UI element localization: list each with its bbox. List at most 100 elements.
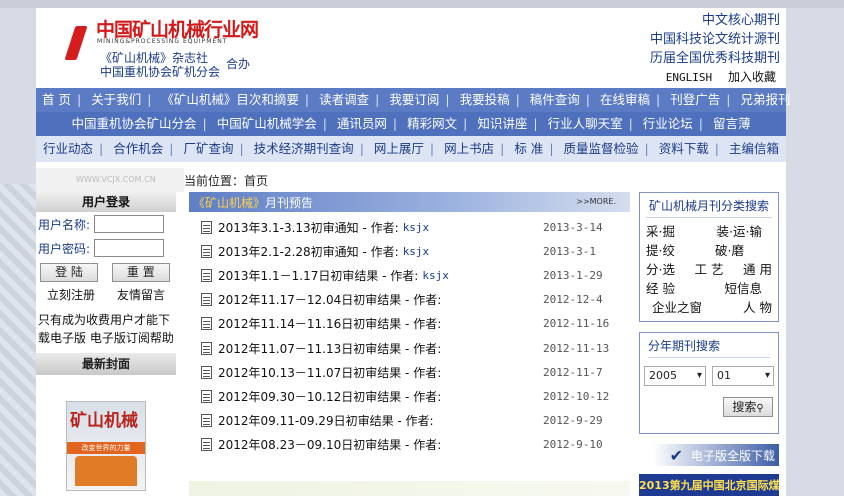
item-title[interactable]: 2013年3.1-3.13初审通知 - 作者: — [218, 219, 399, 236]
nav-chatroom[interactable]: 行业人聊天室 — [542, 116, 629, 131]
category-search-title: 矿山机械月刊分类搜索 — [646, 197, 772, 218]
category-separation[interactable]: 分·选 — [646, 260, 675, 279]
nav-submit[interactable]: 我要投稿 — [454, 92, 516, 107]
item-date: 2012-9-29 — [543, 414, 603, 428]
issue-search-title: 分年期刊搜索 — [648, 337, 770, 358]
add-favorite-link[interactable]: 加入收藏 — [728, 70, 776, 84]
nav-home[interactable]: 首 页 — [36, 92, 77, 107]
item-title[interactable]: 2013年1.1－1.17日初审结果 - 作者: — [218, 267, 418, 284]
more-link[interactable]: >>MORE. — [576, 197, 616, 206]
item-date: 2012-9-10 — [543, 438, 603, 452]
category-crushing[interactable]: 破·磨 — [715, 241, 744, 260]
category-row: 经 验 短信息 — [646, 279, 772, 298]
search-button[interactable]: 搜索⚲ — [723, 397, 773, 417]
logo-icon — [64, 26, 88, 60]
nav-separator: | — [429, 141, 435, 156]
item-title[interactable]: 2012年11.17－12.04日初审结果 - 作者: — [218, 291, 441, 308]
cover-image[interactable]: 矿山机械 改变世界的力量 — [66, 401, 146, 491]
item-author: ksjx — [402, 221, 430, 235]
subscription-help-link[interactable]: 电子版订阅帮助 — [90, 331, 174, 345]
nav-mining-branch[interactable]: 中国重机协会矿山分会 — [65, 116, 202, 131]
username-input[interactable] — [94, 215, 165, 233]
item-title[interactable]: 2012年09.30－10.12日初审结果 - 作者: — [218, 388, 441, 405]
nav-cooperation[interactable]: 合作机会 — [107, 141, 169, 156]
org-suffix: 合办 — [226, 57, 251, 71]
register-link[interactable]: 立刻注册 — [47, 286, 95, 303]
nav-correspondents[interactable]: 通讯员网 — [331, 116, 393, 131]
nav-standards[interactable]: 标 准 — [508, 141, 549, 156]
category-transport[interactable]: 装·运·输 — [717, 222, 762, 241]
category-mining[interactable]: 采·掘 — [646, 222, 675, 241]
item-date: 2012-11-16 — [543, 317, 610, 331]
english-link[interactable]: ENGLISH — [666, 71, 712, 84]
login-links: 立刻注册 友情留言 — [36, 286, 176, 303]
reset-button[interactable]: 重 置 — [111, 263, 170, 282]
category-row: 企业之窗 人 物 — [646, 298, 772, 317]
nav-sister-journals[interactable]: 兄弟报刊 — [734, 92, 796, 107]
list-item[interactable]: 2012年11.07－11.13日初审结果 - 作者: 2012-11-13 — [189, 336, 630, 360]
category-process[interactable]: 工 艺 — [695, 260, 724, 279]
issue-select[interactable]: 01 — [712, 366, 774, 386]
list-item[interactable]: 2013年2.1-2.28初审通知 - 作者: ksjx 2013-3-1 — [189, 239, 630, 263]
category-experience[interactable]: 经 验 — [646, 279, 675, 298]
nav-journal-query[interactable]: 技术经济期刊查询 — [248, 141, 360, 156]
nav-separator: | — [698, 116, 704, 131]
list-item[interactable]: 2013年1.1－1.17日初审结果 - 作者: ksjx 2013-1-29 — [189, 263, 630, 287]
list-item[interactable]: 2012年11.17－12.04日初审结果 - 作者: 2012-12-4 — [189, 288, 630, 312]
category-general[interactable]: 通 用 — [743, 260, 772, 279]
nav-subscribe[interactable]: 我要订阅 — [383, 92, 445, 107]
nav-editor-mail[interactable]: 主编信箱 — [723, 141, 785, 156]
badge-excellent-journal: 历届全国优秀科技期刊 — [649, 51, 780, 66]
category-news[interactable]: 短信息 — [724, 279, 762, 298]
category-enterprise[interactable]: 企业之窗 — [646, 298, 702, 317]
header-links: ENGLISH 加入收藏 — [654, 68, 776, 85]
list-item[interactable]: 2012年11.14－11.16日初审结果 - 作者: 2012-11-16 — [189, 312, 630, 336]
category-row: 分·选 工 艺 通 用 — [646, 260, 772, 279]
list-item[interactable]: 2012年08.23－09.10日初审结果 - 作者: 2012-9-10 — [189, 433, 630, 457]
main-nav-row-1: 首 页 | 关于我们 | 《矿山机械》目次和摘要 | 读者调查 | 我要订阅 | 我要投稿… — [36, 88, 790, 112]
nav-online-review[interactable]: 在线审稿 — [594, 92, 656, 107]
nav-manuscript-query[interactable]: 稿件查询 — [524, 92, 586, 107]
nav-about[interactable]: 关于我们 — [85, 92, 147, 107]
login-button[interactable]: 登 陆 — [40, 263, 98, 282]
login-title: 用户登录 — [36, 192, 176, 212]
nav-exhibition[interactable]: 网上展厅 — [368, 141, 430, 156]
category-list: 采·掘 装·运·输 提·绞 破·磨 分·选 工 艺 通 用 经 验 短信息 企业… — [646, 222, 772, 317]
list-item[interactable]: 2012年09.30－10.12日初审结果 - 作者: 2012-10-12 — [189, 384, 630, 408]
document-icon — [201, 220, 212, 234]
category-search-panel: 矿山机械月刊分类搜索 采·掘 装·运·输 提·绞 破·磨 分·选 工 艺 通 用… — [639, 192, 779, 322]
item-title[interactable]: 2013年2.1-2.28初审通知 - 作者: — [218, 243, 399, 260]
nav-downloads[interactable]: 资料下载 — [653, 141, 715, 156]
password-input[interactable] — [94, 239, 165, 257]
nav-factory-query[interactable]: 厂矿查询 — [177, 141, 239, 156]
cover-machine-image — [75, 456, 137, 486]
download-note-line-1: 只有成为收费用户才能下 — [38, 313, 171, 327]
nav-quality[interactable]: 质量监督检验 — [558, 141, 645, 156]
category-people[interactable]: 人 物 — [743, 298, 772, 317]
item-title[interactable]: 2012年11.07－11.13日初审结果 - 作者: — [218, 340, 441, 357]
category-hoisting[interactable]: 提·绞 — [646, 241, 675, 260]
item-title[interactable]: 2012年08.23－09.10日初审结果 - 作者: — [218, 436, 441, 453]
list-item[interactable]: 2012年09.11-09.29日初审结果 - 作者: 2012-9-29 — [189, 409, 630, 433]
message-link[interactable]: 友情留言 — [117, 286, 165, 303]
nav-bookstore[interactable]: 网上书店 — [438, 141, 500, 156]
nav-society[interactable]: 中国矿山机械学会 — [211, 116, 323, 131]
list-item[interactable]: 2012年10.13－11.07日初审结果 - 作者: 2012-11-7 — [189, 360, 630, 384]
list-item[interactable]: 2013年3.1-3.13初审通知 - 作者: ksjx 2013-3-14 — [189, 215, 630, 239]
nav-forum[interactable]: 行业论坛 — [637, 116, 699, 131]
nav-advertise[interactable]: 刊登广告 — [664, 92, 726, 107]
item-title[interactable]: 2012年10.13－11.07日初审结果 - 作者: — [218, 364, 441, 381]
item-title[interactable]: 2012年09.11-09.29日初审结果 - 作者: — [218, 412, 434, 429]
nav-articles[interactable]: 精彩网文 — [401, 116, 463, 131]
item-title[interactable]: 2012年11.14－11.16日初审结果 - 作者: — [218, 315, 441, 332]
year-select[interactable]: 2005 — [644, 366, 706, 386]
nav-guestbook[interactable]: 留言薄 — [707, 116, 757, 131]
nav-lectures[interactable]: 知识讲座 — [471, 116, 533, 131]
expo-banner[interactable]: 2013第九届中国北京国际煤 — [639, 474, 779, 496]
full-download-link[interactable]: ✔ 电子版全版下载 — [639, 444, 779, 466]
nav-survey[interactable]: 读者调查 — [313, 92, 375, 107]
nav-contents[interactable]: 《矿山机械》目次和摘要 — [155, 92, 305, 107]
nav-industry-news[interactable]: 行业动态 — [37, 141, 99, 156]
document-icon — [201, 244, 212, 258]
main-nav-row-2: 中国重机协会矿山分会 | 中国矿山机械学会 | 通讯员网 | 精彩网文 | 知识讲座 | … — [36, 112, 786, 136]
